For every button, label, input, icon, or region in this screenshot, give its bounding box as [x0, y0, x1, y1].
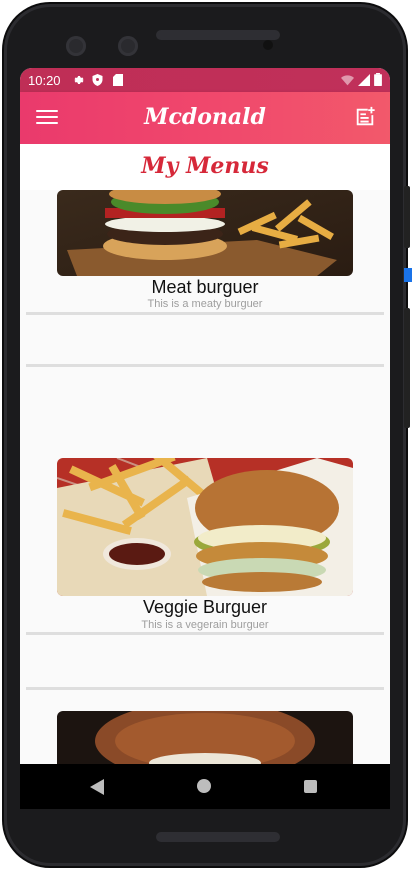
menu-list[interactable]: Meat burguer This is a meaty burguer Veg… [20, 190, 390, 764]
back-icon[interactable] [90, 779, 104, 800]
stacked-burger-photo [57, 711, 353, 764]
veggie-burger-photo [57, 458, 353, 596]
menu-item-description: This is a vegerain burguer [141, 619, 269, 631]
status-right-icons [341, 73, 382, 89]
app-title: Mcdonald [144, 104, 266, 130]
front-camera-secondary [118, 36, 138, 56]
app-bar: Mcdonald [20, 92, 390, 144]
front-camera [66, 36, 86, 56]
app-screen: 10:20 Mcdonald My Menus Meat burguer Thi… [20, 68, 390, 809]
divider [26, 364, 384, 367]
shield-icon [91, 73, 105, 87]
signal-icon [358, 73, 370, 89]
status-time: 10:20 [28, 72, 61, 88]
earpiece-speaker [156, 30, 280, 40]
page-title: My Menus [141, 153, 269, 179]
proximity-sensor [263, 40, 273, 50]
menu-item-name: Meat burguer [151, 277, 259, 297]
status-bar: 10:20 [20, 68, 390, 92]
side-marker [404, 268, 412, 282]
power-button [404, 308, 410, 428]
recents-icon[interactable] [304, 780, 317, 793]
menu-item-description: This is a meaty burguer [147, 298, 263, 310]
divider [26, 632, 384, 635]
sd-card-icon [111, 73, 125, 87]
bottom-speaker [156, 832, 280, 842]
system-nav-bar [20, 764, 390, 809]
settings-icon [71, 73, 85, 87]
divider [26, 312, 384, 315]
volume-button [404, 186, 410, 248]
battery-icon [374, 73, 382, 89]
home-icon[interactable] [197, 779, 211, 793]
page-header: My Menus [20, 144, 390, 190]
add-note-icon[interactable] [354, 106, 378, 130]
menu-item-name: Veggie Burguer [142, 597, 268, 617]
wifi-icon [341, 74, 354, 89]
divider [26, 687, 384, 690]
meat-burger-photo [57, 190, 353, 276]
